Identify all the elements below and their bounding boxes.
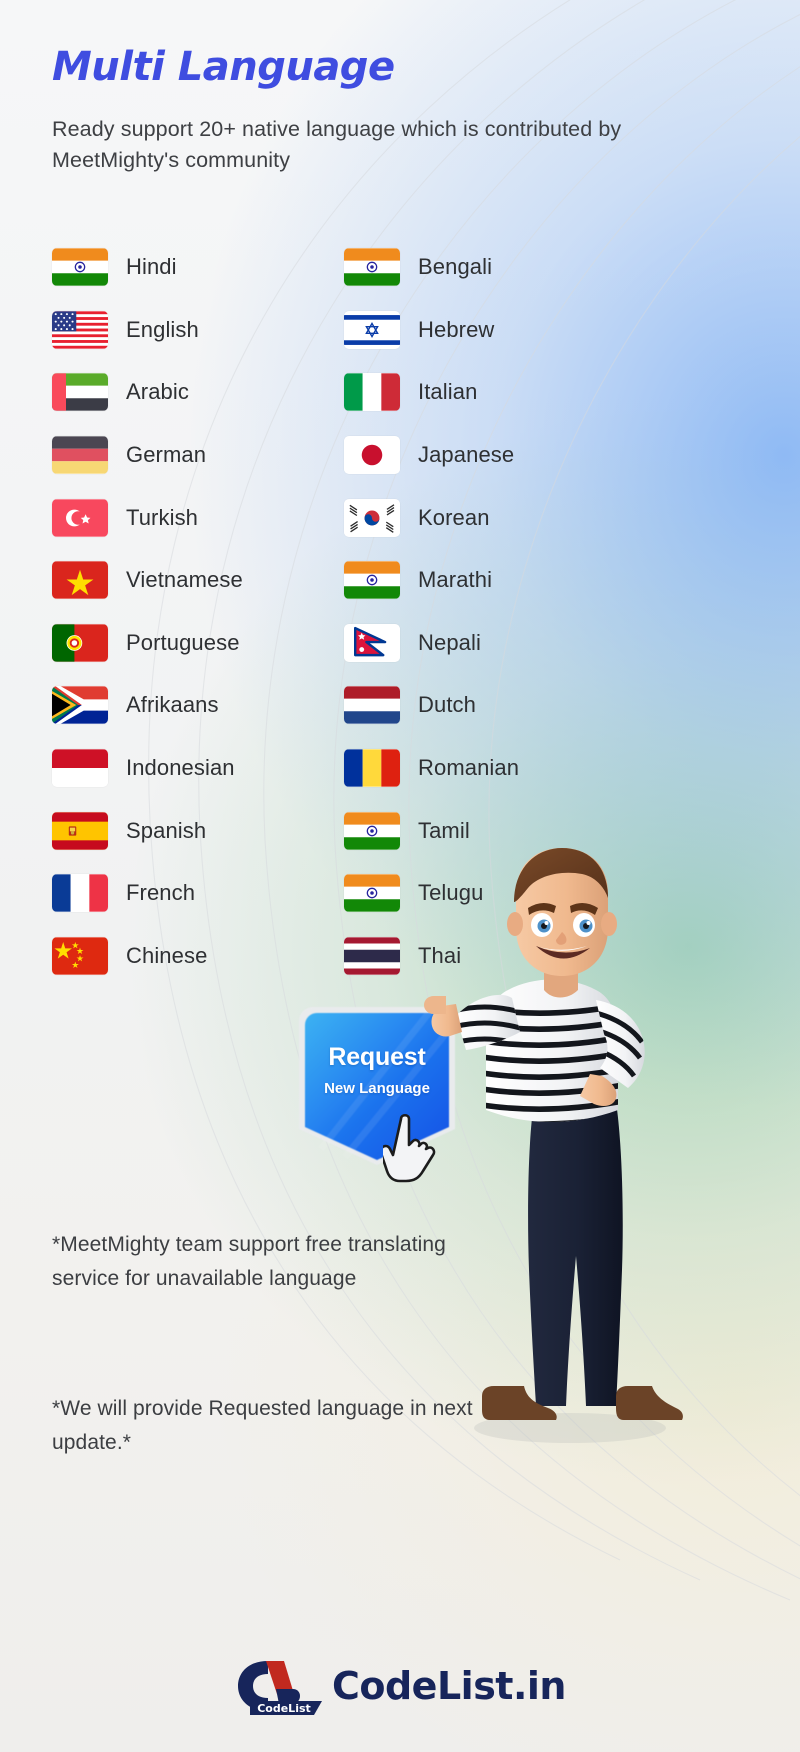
- language-item: Indonesian: [52, 737, 322, 800]
- language-item: Spanish: [52, 799, 322, 862]
- india-flag-icon: [52, 248, 108, 287]
- language-item: Italian: [344, 361, 614, 424]
- header: Multi Language Ready support 20+ native …: [52, 44, 752, 175]
- language-label: Turkish: [126, 504, 199, 530]
- language-item: Afrikaans: [52, 674, 322, 737]
- spain-flag-icon: [52, 811, 108, 850]
- nepal-flag-icon: [344, 623, 400, 662]
- language-label: Italian: [418, 379, 478, 405]
- india-flag-icon: [344, 561, 400, 600]
- japan-flag-icon: [344, 436, 400, 475]
- language-label: Bengali: [418, 254, 493, 280]
- language-item: Chinese: [52, 925, 322, 988]
- language-item: Hebrew: [344, 299, 614, 362]
- language-label: Dutch: [418, 692, 476, 718]
- note-translating-service: *MeetMighty team support free translatin…: [52, 1233, 446, 1291]
- footer-logo: CodeList CodeList.in: [0, 1655, 800, 1717]
- india-flag-icon: [344, 874, 400, 913]
- india-flag-icon: [344, 811, 400, 850]
- turkey-flag-icon: [52, 498, 108, 537]
- south-africa-flag-icon: [52, 686, 108, 725]
- language-item: Portuguese: [52, 612, 322, 675]
- language-item: Korean: [344, 486, 614, 549]
- language-label: Japanese: [418, 442, 515, 468]
- language-label: French: [126, 880, 196, 906]
- language-label: German: [126, 442, 207, 468]
- italy-flag-icon: [344, 373, 400, 412]
- language-item: Romanian: [344, 737, 614, 800]
- language-label: Afrikaans: [126, 692, 219, 718]
- language-item: Marathi: [344, 549, 614, 612]
- language-item: German: [52, 424, 322, 487]
- indonesia-flag-icon: [52, 749, 108, 788]
- germany-flag-icon: [52, 436, 108, 475]
- language-label: Marathi: [418, 567, 493, 593]
- china-flag-icon: [52, 936, 108, 975]
- language-item: Nepali: [344, 612, 614, 675]
- language-label: Vietnamese: [126, 567, 243, 593]
- israel-flag-icon: [344, 310, 400, 349]
- netherlands-flag-icon: [344, 686, 400, 725]
- language-label: Korean: [418, 504, 490, 530]
- language-label: English: [126, 316, 199, 342]
- language-label: Hebrew: [418, 316, 495, 342]
- uae-flag-icon: [52, 373, 108, 412]
- language-item: English: [52, 299, 322, 362]
- page-title: Multi Language: [52, 44, 395, 90]
- language-label: Indonesian: [126, 755, 235, 781]
- language-item: Hindi: [52, 236, 322, 299]
- india-flag-icon: [344, 248, 400, 287]
- language-item: Bengali: [344, 236, 614, 299]
- south-korea-flag-icon: [344, 498, 400, 537]
- romania-flag-icon: [344, 749, 400, 788]
- france-flag-icon: [52, 874, 108, 913]
- language-label: Portuguese: [126, 629, 240, 655]
- thailand-flag-icon: [344, 936, 400, 975]
- language-item: Dutch: [344, 674, 614, 737]
- codelist-wordmark: CodeList.in: [331, 1664, 567, 1708]
- usa-flag-icon: [52, 310, 108, 349]
- language-item: Japanese: [344, 424, 614, 487]
- language-label: Romanian: [418, 755, 520, 781]
- vietnam-flag-icon: [52, 561, 108, 600]
- language-label: Spanish: [126, 817, 207, 843]
- codelist-logo-icon: CodeList: [237, 1661, 322, 1715]
- 3d-cartoon-man-character: [424, 848, 683, 1443]
- language-label: Hindi: [126, 254, 177, 280]
- language-item: French: [52, 862, 322, 925]
- language-label: Chinese: [126, 942, 208, 968]
- codelist-logo-ribbon-text: CodeList: [257, 1702, 311, 1715]
- language-item: Turkish: [52, 486, 322, 549]
- language-item: Arabic: [52, 361, 322, 424]
- language-item: Vietnamese: [52, 549, 322, 612]
- language-label: Arabic: [126, 379, 189, 405]
- language-label: Nepali: [418, 629, 481, 655]
- portugal-flag-icon: [52, 623, 108, 662]
- page-subtitle: Ready support 20+ native language which …: [52, 117, 622, 172]
